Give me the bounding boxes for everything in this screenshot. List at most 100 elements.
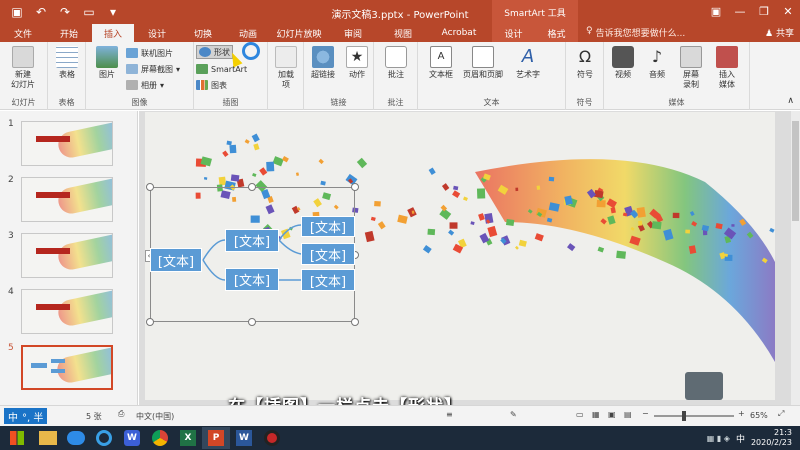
redo-icon[interactable]: ↷ [54,2,76,22]
insert-media-button[interactable]: 插入 媒体 [708,46,746,90]
tab-9[interactable]: Acrobat [428,24,490,42]
audio-button[interactable]: ♪ 音频 [638,46,676,80]
share-button[interactable]: ♟ 共享 [765,26,794,39]
restore-button[interactable]: ❐ [752,0,776,22]
textbox-button[interactable]: A 文本框 [422,46,460,80]
textbox-icon: A [430,46,452,68]
collapse-ribbon-icon[interactable]: ∧ [787,96,794,106]
taskbar-ime[interactable]: 中 [736,432,745,445]
quick-access-toolbar: ▣ ↶ ↷ ▭ ▾ [0,2,124,22]
addins-button[interactable]: 加载 项 [267,46,305,90]
smartart-node[interactable]: [文本] [301,216,355,237]
action-button[interactable]: ★ 动作 [338,46,376,80]
thumbnail-number: 5 [8,343,14,353]
wordart-icon: A [521,46,535,67]
fit-slide-icon[interactable]: ⤢ [778,409,784,419]
tab-6[interactable]: 幻灯片放映 [270,24,328,42]
group-symbols: Ω 符号 符号 [566,42,604,110]
comment-button[interactable]: 批注 [377,46,415,80]
thumbnail-number: 3 [8,231,14,241]
language-status[interactable]: 中文(中国) [136,411,174,422]
hyperlink-button[interactable]: 超链接 [304,46,342,80]
tab-smartart-format[interactable]: 格式 [535,24,578,42]
taskbar-app-word[interactable]: W [230,427,258,449]
smartart-node[interactable]: [文本] [301,243,355,265]
taskbar-app-chrome[interactable] [146,427,174,449]
tab-3[interactable]: 设计 [134,24,180,42]
tell-me-search[interactable]: ♀ 告诉我您想要做什么... [586,26,685,39]
ribbon-display-options-button[interactable]: ▣ [704,0,728,22]
symbol-button[interactable]: Ω 符号 [566,46,604,80]
comments-button[interactable]: ✎ [510,410,517,419]
smartart-node-root[interactable]: [文本] [150,248,202,272]
thumbnail-number: 1 [8,119,14,129]
zoom-out-button[interactable]: − [642,409,649,418]
taskbar-app-excel[interactable]: X [174,427,202,449]
taskbar-app-ie[interactable] [90,427,118,449]
video-button[interactable]: 视频 [604,46,642,80]
tab-5[interactable]: 动画 [226,24,270,42]
smartart-node[interactable]: [文本] [225,229,279,252]
close-button[interactable]: ✕ [776,0,800,22]
smartart-node[interactable]: [文本] [301,269,355,291]
table-button[interactable]: 表格 [48,46,86,80]
taskbar-app-wps[interactable]: W [118,427,146,449]
slide-thumbnail[interactable] [21,121,113,166]
notes-button[interactable]: ≡ [446,410,453,419]
tab-1[interactable]: 开始 [46,24,92,42]
slide-thumbnail[interactable] [21,289,113,334]
taskbar-app-explorer[interactable] [34,427,62,449]
floating-button[interactable] [685,372,723,400]
ime-indicator[interactable]: 中 °, 半 [4,408,48,424]
wordart-button[interactable]: A 艺术字 [508,46,548,80]
tab-0[interactable]: 文件 [0,24,46,42]
thumbnail-number: 2 [8,175,14,185]
tab-2[interactable]: 插入 [92,24,134,42]
group-images: 图片 联机图片 屏幕截图 ▾ 相册 ▾ 图像 [86,42,194,110]
record-icon [264,430,280,446]
slide-count: 5 张 [86,412,102,421]
customize-qat-icon[interactable]: ▾ [102,2,124,22]
zoom-in-button[interactable]: + [738,409,745,418]
smartart-node[interactable]: [文本] [225,268,279,291]
minimize-button[interactable]: — [728,0,752,22]
normal-view-button[interactable]: ▭ [576,410,584,419]
smartart-button[interactable]: SmartArt [196,62,247,76]
slide-thumbnail[interactable] [21,177,113,222]
tab-smartart-design[interactable]: 设计 [492,24,535,42]
word-icon: W [236,430,252,446]
new-slide-button[interactable]: 新建 幻灯片 [4,46,42,90]
taskbar-app-powerpoint[interactable]: P [202,427,230,449]
undo-icon[interactable]: ↶ [30,2,52,22]
current-slide[interactable]: ‹ [文本] [文本] [文本] [文本] [文本] [文本] [145,112,775,400]
start-button[interactable] [0,427,34,449]
tab-4[interactable]: 切换 [180,24,226,42]
photo-album-button[interactable]: 相册 ▾ [126,78,164,92]
spellcheck-icon[interactable]: ⎙ [118,409,124,419]
chart-button[interactable]: 图表 [196,78,227,92]
tab-8[interactable]: 视图 [378,24,428,42]
pictures-button[interactable]: 图片 [88,46,126,80]
header-footer-button[interactable]: 页眉和页脚 [458,46,508,80]
taskbar-app-baidu[interactable] [62,427,90,449]
screenshot-button[interactable]: 屏幕截图 ▾ [126,62,180,76]
taskbar-app-recorder[interactable] [258,427,286,449]
present-icon[interactable]: ▭ [78,2,100,22]
zoom-level[interactable]: 65% [750,411,768,420]
vertical-scrollbar[interactable] [791,111,800,405]
save-icon[interactable]: ▣ [6,2,28,22]
online-pictures-button[interactable]: 联机图片 [126,46,173,60]
slide-sorter-button[interactable]: ▦ [592,410,600,419]
screen-recording-button[interactable]: 屏幕 录制 [672,46,710,90]
slide-thumbnail[interactable] [21,345,113,390]
slideshow-button[interactable]: ▤ [624,410,632,419]
tray-icons[interactable]: ▦ ▮ ◈ [707,434,730,443]
clock[interactable]: 21:3 2020/2/23 [751,428,792,448]
reading-view-button[interactable]: ▣ [608,410,616,419]
slide-thumbnail[interactable] [21,233,113,278]
tab-7[interactable]: 审阅 [328,24,378,42]
shapes-button[interactable]: 形状 [196,45,233,59]
smartart-context-tabs: 设计 格式 [492,24,578,42]
zoom-slider-thumb[interactable] [682,411,686,421]
zoom-slider[interactable] [654,411,734,421]
